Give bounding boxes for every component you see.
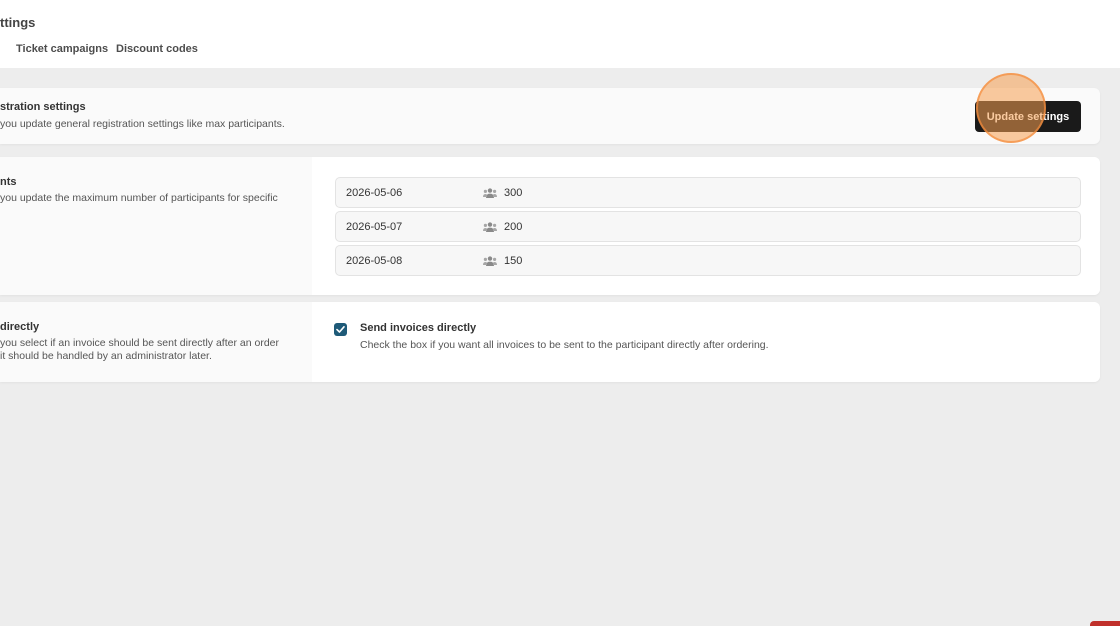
registration-settings-title: stration settings [0,101,86,113]
check-icon [336,326,345,333]
send-invoices-card: directly you select if an invoice should… [0,302,1100,382]
send-invoices-description-line1: you select if an invoice should be sent … [0,337,279,349]
date-value: 2026-05-06 [346,187,403,199]
top-header: ttings Ticket campaigns Discount codes [0,0,1120,68]
send-invoices-label: Send invoices directly [360,322,477,334]
people-icon [483,222,497,232]
participant-count: 300 [504,187,523,199]
send-invoices-description-line2: it should be handled by an administrator… [0,350,212,362]
max-participants-card: nts you update the maximum number of par… [0,157,1100,295]
update-settings-button[interactable]: Update settings [975,101,1081,132]
participant-limit-row[interactable]: 2026-05-08 150 [335,245,1081,276]
participant-count: 200 [504,221,523,233]
max-participants-title: nts [0,176,17,188]
people-icon [483,188,497,198]
participant-limit-row[interactable]: 2026-05-07 200 [335,211,1081,242]
send-invoices-title: directly [0,321,40,333]
registration-settings-description: you update general registration settings… [0,118,285,130]
corner-badge [1090,621,1120,626]
send-invoices-checkbox[interactable] [334,323,347,336]
tab-ticket-campaigns[interactable]: Ticket campaigns [16,43,108,55]
participant-limit-row[interactable]: 2026-05-06 300 [335,177,1081,208]
registration-settings-card: stration settings you update general reg… [0,88,1100,144]
date-value: 2026-05-07 [346,221,403,233]
people-icon [483,256,497,266]
participants-panel: 2026-05-06 300 2026-05-07 200 2026-05-08… [312,157,1100,295]
participant-count: 150 [504,255,523,267]
tab-discount-codes[interactable]: Discount codes [116,43,198,55]
date-value: 2026-05-08 [346,255,403,267]
invoices-panel: Send invoices directly Check the box if … [312,302,1100,382]
send-invoices-help-text: Check the box if you want all invoices t… [360,339,769,351]
max-participants-description: you update the maximum number of partici… [0,192,278,204]
page-title: ttings [0,15,36,30]
